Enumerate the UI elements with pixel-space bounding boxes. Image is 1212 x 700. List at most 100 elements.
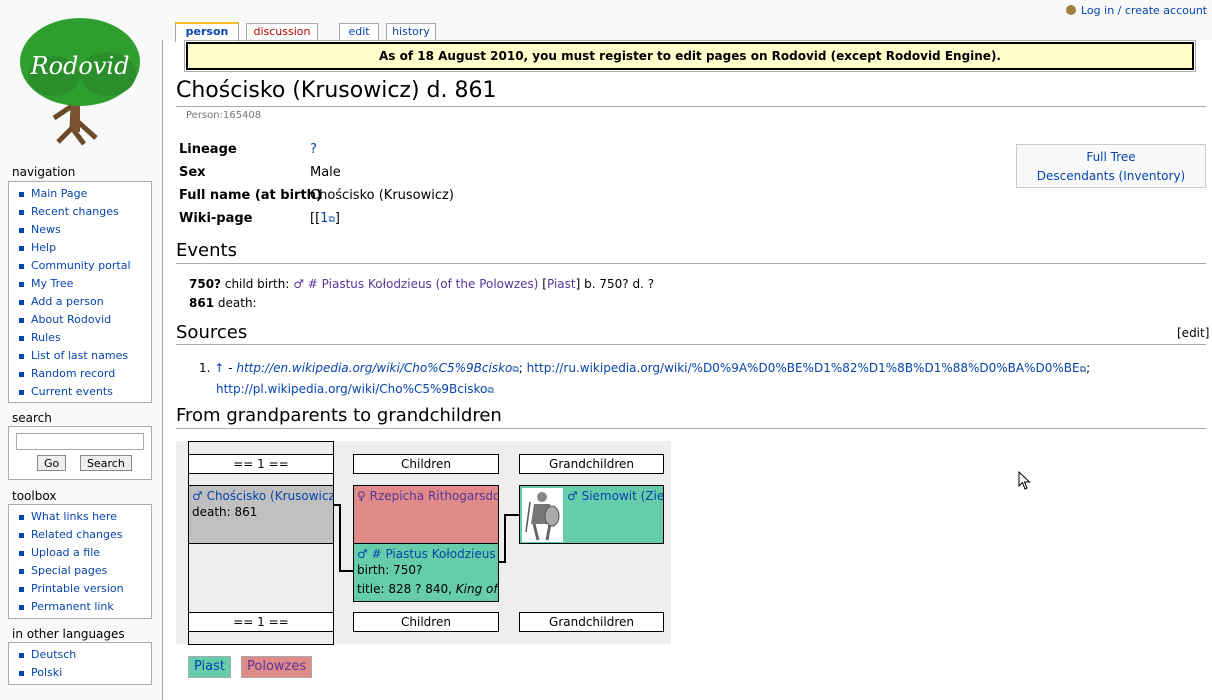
language-link[interactable]: Deutsch — [31, 648, 76, 661]
nav-item[interactable]: Rules — [9, 329, 151, 347]
child-title-pre: title: 828 ? 840, — [357, 582, 456, 596]
go-button[interactable]: Go — [37, 455, 67, 471]
fulltree-box: Full Tree Descendants (Inventory) — [1016, 144, 1206, 188]
legend-polowzes[interactable]: Polowzes — [241, 656, 313, 678]
toolbox-link[interactable]: Permanent link — [31, 600, 114, 613]
search-button[interactable]: Search — [80, 455, 132, 471]
rodovid-logo[interactable]: Rodovid — [10, 10, 150, 150]
tree-heading: From grandparents to grandchildren — [176, 405, 502, 426]
connector — [339, 504, 341, 572]
events-heading: Events — [176, 240, 237, 261]
tab-person-label[interactable]: person — [186, 25, 229, 38]
tab-discussion[interactable]: discussion — [246, 23, 318, 40]
source-backlink[interactable]: ↑ — [214, 361, 224, 375]
nav-link[interactable]: News — [31, 223, 61, 236]
nav-item[interactable]: Current events — [9, 383, 151, 401]
nav-link[interactable]: Current events — [31, 385, 113, 398]
person-box-child[interactable]: ♂ # Piastus Kołodzieus birth: 750? title… — [353, 543, 499, 602]
grandchild-name-link[interactable]: ♂ Siemowit (Ziemowit) — [564, 486, 663, 503]
login-link[interactable]: Log in / create account — [1081, 4, 1207, 17]
language-item[interactable]: Deutsch — [9, 646, 151, 664]
nav-item[interactable]: My Tree — [9, 275, 151, 293]
source-link-pl[interactable]: http://pl.wikipedia.org/wiki/Cho%C5%9Bci… — [216, 382, 487, 396]
toolbox-link[interactable]: Related changes — [31, 528, 123, 541]
child-title-em: King of the Polans — [455, 582, 498, 596]
source-link-en[interactable]: http://en.wikipedia.org/wiki/Cho%C5%9Bci… — [236, 361, 512, 375]
sources-heading: Sources — [176, 322, 248, 343]
tab-edit[interactable]: edit — [339, 23, 379, 40]
nav-link[interactable]: About Rodovid — [31, 313, 111, 326]
grandchildren-label-bottom: Grandchildren — [519, 612, 664, 632]
language-link[interactable]: Polski — [31, 666, 62, 679]
nav-item[interactable]: Random record — [9, 365, 151, 383]
nav-item[interactable]: List of last names — [9, 347, 151, 365]
spouse-name-link[interactable]: ♀ Rzepicha Rithogarsdotter — [354, 486, 498, 503]
sources-edit-link[interactable]: [edit] — [1177, 326, 1209, 340]
person-box-self[interactable]: ♂ Chościsko (Krusowicz) death: 861 — [188, 485, 334, 544]
legend-polowzes-label[interactable]: Polowzes — [247, 659, 306, 674]
navigation-title: navigation — [12, 165, 76, 179]
toolbox-link[interactable]: Special pages — [31, 564, 107, 577]
nav-item[interactable]: Help — [9, 239, 151, 257]
event-type: child birth: — [224, 277, 290, 291]
toolbox-item[interactable]: Printable version — [9, 580, 151, 598]
nav-link[interactable]: Recent changes — [31, 205, 119, 218]
info-value-lineage[interactable]: ? — [310, 142, 317, 157]
child-name-link[interactable]: ♂ # Piastus Kołodzieus — [354, 544, 498, 561]
person-box-grandchild[interactable]: ♂ Siemowit (Ziemowit) — [519, 485, 664, 544]
tab-discussion-label[interactable]: discussion — [253, 25, 310, 38]
sources-edit-label[interactable]: [edit] — [1177, 326, 1209, 340]
legend-piast[interactable]: Piast — [188, 656, 232, 678]
nav-item[interactable]: Main Page — [9, 185, 151, 203]
grandchild-portrait[interactable] — [522, 488, 563, 542]
tab-history-label[interactable]: history — [392, 25, 430, 38]
event-person-link[interactable]: ♂ # Piastus Kołodzieus (of the Polowzes) — [293, 277, 538, 291]
tree-rule — [176, 428, 1206, 429]
toolbox-item[interactable]: Permanent link — [9, 598, 151, 616]
toolbox-link[interactable]: Printable version — [31, 582, 124, 595]
event-lineage-post: ] — [575, 277, 581, 291]
toolbox-item[interactable]: Upload a file — [9, 544, 151, 562]
nav-link[interactable]: Help — [31, 241, 56, 254]
site-notice: As of 18 August 2010, you must register … — [186, 42, 1194, 70]
nav-item[interactable]: Recent changes — [9, 203, 151, 221]
mouse-cursor-icon — [1018, 471, 1031, 490]
nav-item[interactable]: Community portal — [9, 257, 151, 275]
toolbox-item[interactable]: Related changes — [9, 526, 151, 544]
nav-link[interactable]: My Tree — [31, 277, 73, 290]
nav-link[interactable]: Rules — [31, 331, 61, 344]
tab-edit-label[interactable]: edit — [348, 25, 369, 38]
nav-item[interactable]: Add a person — [9, 293, 151, 311]
sources-rule — [176, 344, 1206, 345]
fulltree-link[interactable]: Full Tree — [1086, 150, 1135, 164]
source-link-ru[interactable]: http://ru.wikipedia.org/wiki/%D0%9A%D0%B… — [527, 361, 1080, 375]
descendants-link[interactable]: Descendants (Inventory) — [1037, 169, 1186, 183]
language-item[interactable]: Polski — [9, 664, 151, 682]
nav-item[interactable]: About Rodovid — [9, 311, 151, 329]
person-box-spouse[interactable]: ♀ Rzepicha Rithogarsdotter — [353, 485, 499, 544]
toolbox-item[interactable]: What links here — [9, 508, 151, 526]
lineage-link[interactable]: ? — [310, 142, 317, 157]
nav-link[interactable]: Random record — [31, 367, 115, 380]
self-name-link[interactable]: ♂ Chościsko (Krusowicz) — [189, 486, 333, 503]
toolbox-item[interactable]: Special pages — [9, 562, 151, 580]
source-dash: - — [228, 361, 233, 375]
search-input[interactable] — [16, 433, 144, 450]
event-type: death: — [217, 296, 257, 310]
event-lineage-link[interactable]: Piast — [547, 277, 576, 291]
tab-person[interactable]: person — [175, 22, 239, 42]
nav-link[interactable]: Community portal — [31, 259, 131, 272]
warrior-icon — [525, 492, 560, 541]
children-label-top: Children — [353, 454, 499, 474]
generation-label-top: == 1 == — [188, 454, 334, 474]
nav-link[interactable]: Main Page — [31, 187, 87, 200]
wikipage-post: ] — [334, 211, 340, 226]
legend-piast-label[interactable]: Piast — [194, 659, 225, 674]
source-item: 1. ↑ - http://en.wikipedia.org/wiki/Cho%… — [199, 359, 1199, 401]
nav-link[interactable]: List of last names — [31, 349, 128, 362]
nav-link[interactable]: Add a person — [31, 295, 104, 308]
toolbox-link[interactable]: Upload a file — [31, 546, 100, 559]
nav-item[interactable]: News — [9, 221, 151, 239]
tab-history[interactable]: history — [386, 23, 436, 40]
toolbox-link[interactable]: What links here — [31, 510, 117, 523]
